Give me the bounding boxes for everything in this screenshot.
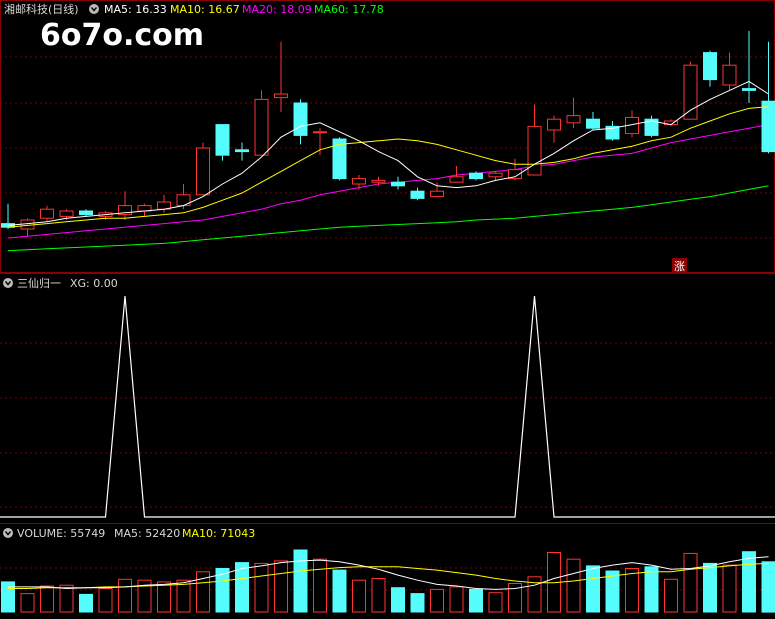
volume-bar-up <box>118 578 132 613</box>
ma10-label: MA10: 16.67 <box>170 3 240 16</box>
candle <box>469 171 483 181</box>
candle-body-up <box>449 176 464 183</box>
volume-bar-down <box>79 593 93 613</box>
candle-body-down <box>742 88 756 91</box>
volume-bar-up <box>683 552 698 613</box>
candle-body-up <box>254 98 269 156</box>
candle-body-up <box>547 118 561 131</box>
candle-body-down <box>761 100 775 153</box>
volume-bar-down <box>703 562 717 613</box>
candle-body-down <box>703 52 717 81</box>
volume-bar-down <box>332 569 347 613</box>
candle-body-down <box>469 172 483 180</box>
candle-body-down <box>215 124 230 156</box>
volume-bar-down <box>644 566 659 613</box>
volume-bar-up <box>625 568 639 613</box>
volume-bar-up <box>664 578 678 613</box>
volume-bar-up <box>566 558 581 613</box>
ma5-label: MA5: 16.33 <box>104 3 167 16</box>
volume-bar-down <box>605 570 620 613</box>
candle <box>644 115 659 138</box>
candle-body-down <box>586 118 600 129</box>
volume-bar-up <box>59 584 74 613</box>
candle-body-up <box>683 64 698 120</box>
candle-body-up <box>566 115 581 124</box>
volume-bar-up <box>430 588 444 613</box>
volume-header: VOLUME: 55749 MA5: 52420 MA10: 71043 <box>3 527 255 540</box>
volume-bar-up <box>274 560 288 613</box>
candle-body-up <box>722 64 737 86</box>
candle-body-down <box>235 149 249 153</box>
volume-bar-down <box>742 551 756 613</box>
candle-body-up <box>40 208 54 219</box>
candle-body-down <box>332 138 347 180</box>
ma60-label: MA60: 17.78 <box>314 3 384 16</box>
candle <box>196 142 210 196</box>
volume-bar-up <box>313 558 327 613</box>
volume-ma5-label: MA5: 52420 <box>114 527 180 540</box>
watermark: 6o7o.com <box>40 18 204 53</box>
volume-bar-down <box>761 561 775 613</box>
volume-bar-down <box>391 587 405 613</box>
zhang-marker-text: 涨 <box>674 260 685 273</box>
zhang-marker: 涨 <box>672 258 687 273</box>
candle-body-up <box>371 179 386 183</box>
signal-panel-menu-icon[interactable] <box>3 278 13 288</box>
volume-bar-up <box>449 586 464 613</box>
candle <box>215 124 230 161</box>
candle <box>254 90 269 156</box>
candle-body-up <box>196 147 210 196</box>
candle-body-up <box>59 210 74 217</box>
volume-bar-up <box>722 564 737 613</box>
volume-bar-up <box>352 579 366 613</box>
stock-title: 湘邮科技(日线) <box>4 2 79 16</box>
volume-bar-down <box>586 565 600 613</box>
xg-label: XG: 0.00 <box>70 277 118 290</box>
candle-body-down <box>391 181 405 187</box>
price-header: 湘邮科技(日线) MA5: 16.33 MA10: 16.67 MA20: 18… <box>4 2 384 16</box>
ma20-label: MA20: 18.09 <box>242 3 312 16</box>
signal-header: 三仙归一 XG: 0.00 <box>3 276 118 290</box>
volume-bar-up <box>20 593 35 613</box>
volume-bar-up <box>40 585 54 613</box>
volume-bar-up <box>254 562 269 613</box>
volume-bar-down <box>410 593 425 613</box>
stock-chart: 涨 湘邮科技(日线) MA5: 16.33 MA10: 16.67 MA20: … <box>0 0 775 619</box>
candle-body-up <box>274 93 288 99</box>
volume-bar-up <box>98 588 113 613</box>
volume-bar-up <box>157 581 171 613</box>
volume-panel-menu-icon[interactable] <box>3 528 13 538</box>
signal-title: 三仙归一 <box>17 276 61 290</box>
volume-ma10-label: MA10: 71043 <box>182 527 255 540</box>
volume-bar-down <box>469 588 483 613</box>
volume-bar-up <box>371 578 386 613</box>
candle-body-down <box>410 190 425 199</box>
volume-bar-down <box>293 549 308 613</box>
price-panel-menu-icon[interactable] <box>89 4 99 14</box>
candle-body-up <box>488 172 503 178</box>
candle-body-up <box>352 178 366 185</box>
candle-body-down <box>79 210 93 216</box>
volume-bar-up <box>488 592 503 613</box>
candle-body-down <box>293 102 308 136</box>
candle-body-up <box>313 131 327 134</box>
volume-label: VOLUME: 55749 <box>17 527 105 540</box>
candle-body-up <box>430 190 444 198</box>
